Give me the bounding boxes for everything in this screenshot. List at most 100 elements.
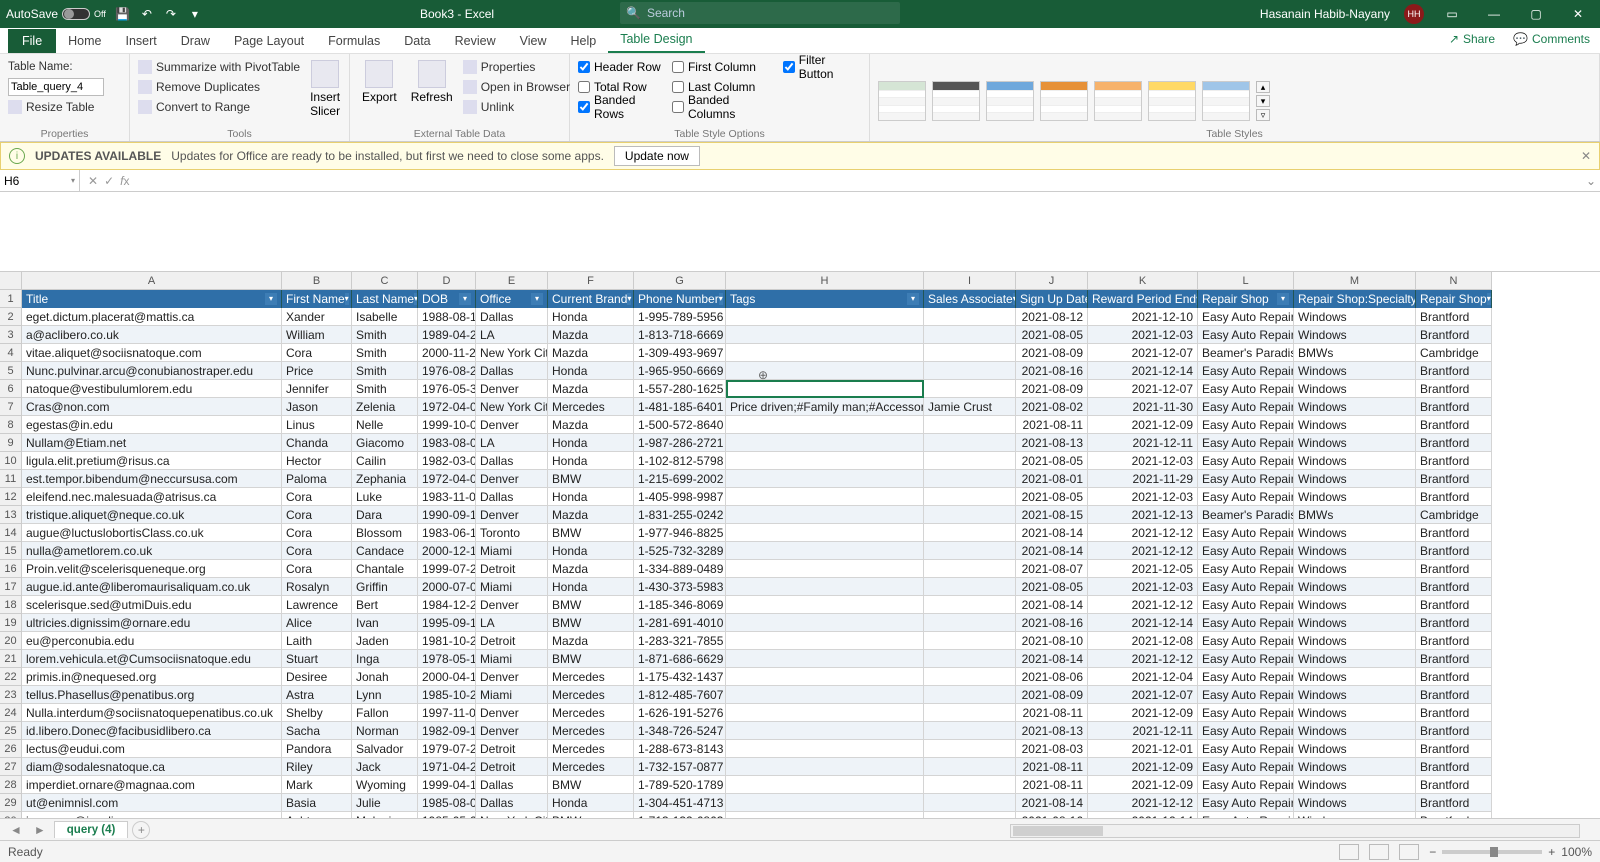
cell[interactable]: 2021-08-13 [1016,434,1088,452]
fbar-expand-icon[interactable]: ⌄ [1582,174,1600,188]
row-header[interactable]: 16 [0,560,22,578]
cell[interactable] [924,650,1016,668]
cell[interactable]: 1-175-432-1437 [634,668,726,686]
cell[interactable]: Easy Auto Repair [1198,452,1294,470]
cell[interactable]: 2021-08-13 [1016,722,1088,740]
cell[interactable]: 1989-04-28 [418,326,476,344]
cell[interactable]: 2021-08-05 [1016,326,1088,344]
filter-icon[interactable]: ▾ [345,293,349,305]
cell[interactable]: 1-626-191-5276 [634,704,726,722]
cell[interactable]: Honda [548,434,634,452]
cell[interactable]: Honda [548,452,634,470]
cell[interactable]: vitae.aliquet@sociisnatoque.com [22,344,282,362]
cell[interactable] [924,344,1016,362]
cell[interactable]: Blossom [352,524,418,542]
row-header[interactable]: 29 [0,794,22,812]
cell[interactable]: Chantale [352,560,418,578]
cell[interactable]: LA [476,326,548,344]
row-header[interactable]: 6 [0,380,22,398]
row-header[interactable]: 7 [0,398,22,416]
cell[interactable]: Jennifer [282,380,352,398]
cell[interactable]: Brantford [1416,380,1492,398]
cell[interactable]: Brantford [1416,758,1492,776]
resize-table-button[interactable]: Resize Table [8,98,104,116]
style-more-icon[interactable]: ▿ [1256,109,1270,121]
row-header[interactable]: 4 [0,344,22,362]
cell[interactable]: imperdiet.ornare@magnaa.com [22,776,282,794]
cell[interactable]: Detroit [476,632,548,650]
cell[interactable]: Chanda [282,434,352,452]
cell[interactable]: Denver [476,470,548,488]
zoom-out-button[interactable]: − [1429,845,1436,859]
refresh-button[interactable]: Refresh [407,58,457,139]
search-input[interactable] [647,6,894,20]
cell[interactable]: 2021-08-15 [1016,506,1088,524]
cell[interactable] [924,326,1016,344]
cell[interactable]: id.libero.Donec@facibusidlibero.ca [22,722,282,740]
cell[interactable]: Honda [548,578,634,596]
row-header[interactable]: 27 [0,758,22,776]
cell[interactable]: Denver [476,506,548,524]
cell[interactable]: Denver [476,704,548,722]
cell[interactable]: Windows [1294,488,1416,506]
cell[interactable]: Xander [282,308,352,326]
cell[interactable]: 2021-08-11 [1016,704,1088,722]
cell[interactable]: 2021-12-09 [1088,758,1198,776]
cell[interactable]: Windows [1294,668,1416,686]
row-header[interactable]: 24 [0,704,22,722]
ribbon-tab-page-layout[interactable]: Page Layout [222,29,316,53]
cell[interactable]: 2021-12-08 [1088,632,1198,650]
table-style-swatch[interactable] [932,81,980,121]
cell[interactable] [726,326,924,344]
cell[interactable]: Smith [352,344,418,362]
cell[interactable]: tellus.Phasellus@penatibus.org [22,686,282,704]
cell[interactable]: Cora [282,542,352,560]
cell[interactable]: Mazda [548,326,634,344]
cell[interactable]: 1-185-346-8069 [634,596,726,614]
cell[interactable]: Riley [282,758,352,776]
cell[interactable]: 2000-12-13 [418,542,476,560]
cell[interactable]: Easy Auto Repair [1198,794,1294,812]
cell[interactable]: 2021-12-04 [1088,668,1198,686]
cell[interactable] [924,560,1016,578]
cell[interactable]: Cras@non.com [22,398,282,416]
cell[interactable]: Mercedes [548,398,634,416]
cell[interactable]: 2021-12-12 [1088,794,1198,812]
cell[interactable]: 1985-08-06 [418,794,476,812]
ribbon-tab-formulas[interactable]: Formulas [316,29,392,53]
cell[interactable]: Dallas [476,362,548,380]
cell[interactable]: Cora [282,560,352,578]
insert-slicer-button[interactable]: Insert Slicer [306,58,344,139]
cell[interactable]: 2021-12-03 [1088,488,1198,506]
cell[interactable]: 2021-08-05 [1016,488,1088,506]
cell[interactable]: Astra [282,686,352,704]
cell[interactable]: 1-102-812-5798 [634,452,726,470]
ribbon-tab-table-design[interactable]: Table Design [608,27,704,53]
cell[interactable]: BMW [548,470,634,488]
cell[interactable]: 1-283-321-7855 [634,632,726,650]
cell[interactable]: 1995-09-16 [418,614,476,632]
cell[interactable]: Honda [548,488,634,506]
style-scroll-down-icon[interactable]: ▾ [1256,95,1270,107]
ribbon-tab-review[interactable]: Review [443,29,508,53]
cell[interactable]: Windows [1294,794,1416,812]
cell[interactable]: BMWs [1294,344,1416,362]
view-normal-button[interactable] [1339,844,1359,860]
cell[interactable] [924,380,1016,398]
cell[interactable]: Mazda [548,506,634,524]
horizontal-scrollbar[interactable] [1010,824,1580,838]
cell[interactable]: 1990-09-11 [418,506,476,524]
cell[interactable]: Easy Auto Repair [1198,470,1294,488]
cell[interactable] [924,794,1016,812]
cell[interactable]: Inga [352,650,418,668]
cell[interactable]: BMW [548,650,634,668]
cell[interactable]: New York City [476,398,548,416]
cell[interactable]: Brantford [1416,668,1492,686]
cell[interactable]: 2021-08-07 [1016,560,1088,578]
filter-icon[interactable]: ▾ [1487,293,1491,305]
cell[interactable]: diam@sodalesnatoque.ca [22,758,282,776]
table-header[interactable]: Current Brand▾ [548,290,634,308]
cell[interactable]: 1997-11-05 [418,704,476,722]
cell[interactable]: 1-871-686-6629 [634,650,726,668]
row-header[interactable]: 13 [0,506,22,524]
